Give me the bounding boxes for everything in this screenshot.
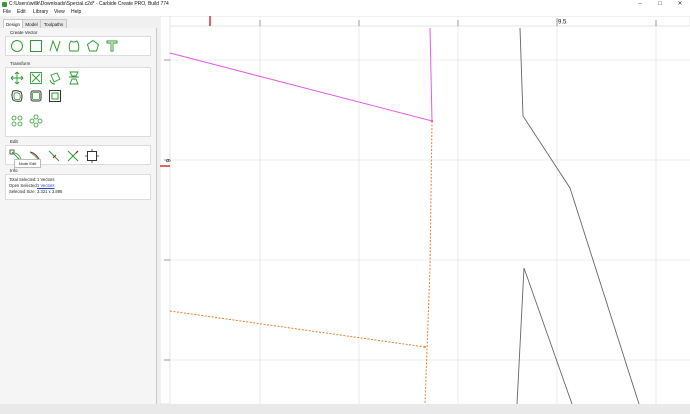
vector-right-short[interactable] bbox=[516, 267, 573, 404]
circle-icon[interactable] bbox=[10, 39, 24, 53]
pentagon-icon[interactable] bbox=[86, 39, 100, 53]
create-vector-group bbox=[5, 36, 151, 56]
top-ruler bbox=[160, 16, 690, 27]
menu-help[interactable]: Help bbox=[71, 9, 81, 16]
menu-library[interactable]: Library bbox=[33, 9, 48, 16]
left-ruler bbox=[160, 16, 171, 404]
rectangle-icon[interactable] bbox=[29, 39, 43, 53]
maximize-button[interactable]: □ bbox=[650, 0, 670, 9]
extend-icon[interactable] bbox=[85, 149, 99, 163]
offset-icon[interactable] bbox=[10, 89, 24, 103]
polygon-icon[interactable] bbox=[67, 39, 81, 53]
menu-view[interactable]: View bbox=[54, 9, 65, 16]
design-canvas[interactable]: 9.5 6 bbox=[160, 16, 690, 404]
canvas-grid bbox=[170, 26, 690, 404]
toolpath-node bbox=[424, 346, 426, 348]
join-icon[interactable] bbox=[29, 89, 43, 103]
text-icon[interactable] bbox=[105, 39, 119, 53]
boolean-icon[interactable] bbox=[48, 89, 62, 103]
tab-toolpaths[interactable]: Toolpaths bbox=[40, 19, 67, 28]
tab-design[interactable]: Design bbox=[3, 19, 23, 28]
canvas-drawing[interactable]: 9.5 6 bbox=[160, 16, 690, 404]
tab-model[interactable]: Model bbox=[22, 19, 41, 28]
selected-size-row: Selected Size: 3.321 x 3.895 bbox=[9, 189, 62, 195]
window-title: C:\Users\willk\Downloads\Special.c2d* - … bbox=[9, 1, 169, 7]
ruler-label-top: 9.5 bbox=[558, 20, 567, 26]
minimize-button[interactable]: – bbox=[630, 0, 650, 9]
transform-group bbox=[5, 67, 151, 137]
rotate-icon[interactable] bbox=[48, 71, 62, 85]
mirror-icon[interactable] bbox=[67, 71, 81, 85]
open-selected-label: Open Selected: bbox=[9, 183, 38, 188]
menu-bar: File Edit Library View Help bbox=[0, 9, 690, 16]
move-icon[interactable] bbox=[10, 71, 24, 85]
align-icon[interactable] bbox=[10, 114, 24, 128]
title-bar: C:\Users\willk\Downloads\Special.c2d* - … bbox=[0, 0, 690, 9]
ruler-ticks bbox=[164, 18, 657, 361]
toolpath-lower bbox=[169, 310, 426, 348]
selected-size-label: Selected Size: bbox=[9, 189, 36, 194]
menu-edit[interactable]: Edit bbox=[17, 9, 26, 16]
close-button[interactable]: ✕ bbox=[670, 0, 690, 9]
vector-right-long[interactable] bbox=[519, 27, 640, 404]
menu-file[interactable]: File bbox=[3, 9, 11, 16]
total-selected-label: Total Selected: bbox=[9, 177, 37, 182]
node-edit-tooltip: Node Edit bbox=[14, 159, 41, 168]
fillet-icon[interactable] bbox=[47, 149, 61, 163]
design-panel: Create Vector Transform Edit Info Total … bbox=[0, 28, 157, 404]
app-icon bbox=[2, 2, 7, 7]
selected-vector[interactable] bbox=[169, 27, 433, 122]
horizontal-scrollbar[interactable] bbox=[0, 404, 690, 414]
trim-icon[interactable] bbox=[66, 149, 80, 163]
array-icon[interactable] bbox=[29, 114, 43, 128]
scale-icon[interactable] bbox=[29, 71, 43, 85]
curve-icon[interactable] bbox=[48, 39, 62, 53]
selected-size-value: 3.321 x 3.895 bbox=[37, 189, 63, 194]
toolpath-vertical bbox=[424, 120, 433, 404]
